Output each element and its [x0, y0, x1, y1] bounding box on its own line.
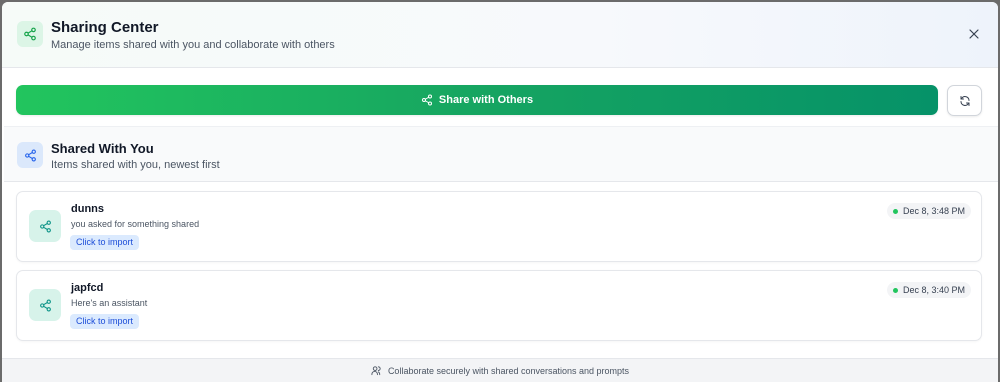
page-title: Sharing Center — [51, 19, 159, 36]
item-description: Here's an assistant — [71, 298, 148, 308]
shared-item[interactable]: dunns you asked for something shared Cli… — [16, 191, 982, 262]
import-button[interactable]: Click to import — [70, 235, 140, 250]
page-subtitle: Manage items shared with you and collabo… — [51, 39, 335, 51]
import-button[interactable]: Click to import — [70, 314, 140, 329]
share-icon — [29, 289, 61, 321]
item-description: you asked for something shared — [71, 219, 200, 229]
share-icon — [29, 210, 61, 242]
shared-with-you-section: Shared With You Items shared with you, n… — [4, 126, 998, 182]
footer-text: Collaborate securely with shared convers… — [387, 365, 630, 376]
share-with-others-label: Share with Others — [438, 94, 534, 106]
share-icon — [17, 142, 43, 168]
sharing-center-modal: Sharing Center Manage items shared with … — [2, 2, 998, 382]
item-name: japfcd — [71, 282, 104, 294]
close-icon — [969, 29, 979, 39]
share-toolbar: Share with Others — [16, 85, 982, 117]
refresh-icon — [960, 95, 969, 106]
share-icon — [17, 21, 43, 47]
timestamp-text: Dec 8, 3:48 PM — [902, 206, 965, 216]
timestamp-badge: Dec 8, 3:48 PM — [886, 203, 971, 219]
share-with-others-button[interactable]: Share with Others — [16, 85, 938, 115]
refresh-button[interactable] — [947, 85, 982, 116]
modal-footer: Collaborate securely with shared convers… — [2, 358, 998, 382]
status-dot — [892, 287, 898, 293]
timestamp-badge: Dec 8, 3:40 PM — [886, 282, 971, 298]
item-name: dunns — [71, 203, 104, 215]
modal-header: Sharing Center Manage items shared with … — [2, 2, 998, 68]
section-subtitle: Items shared with you, newest first — [51, 159, 220, 171]
status-dot — [892, 208, 898, 214]
users-icon — [371, 366, 381, 376]
share-icon — [421, 94, 432, 106]
timestamp-text: Dec 8, 3:40 PM — [902, 285, 965, 295]
section-title: Shared With You — [51, 141, 154, 156]
shared-item[interactable]: japfcd Here's an assistant Click to impo… — [16, 270, 982, 341]
close-button[interactable] — [966, 26, 982, 42]
